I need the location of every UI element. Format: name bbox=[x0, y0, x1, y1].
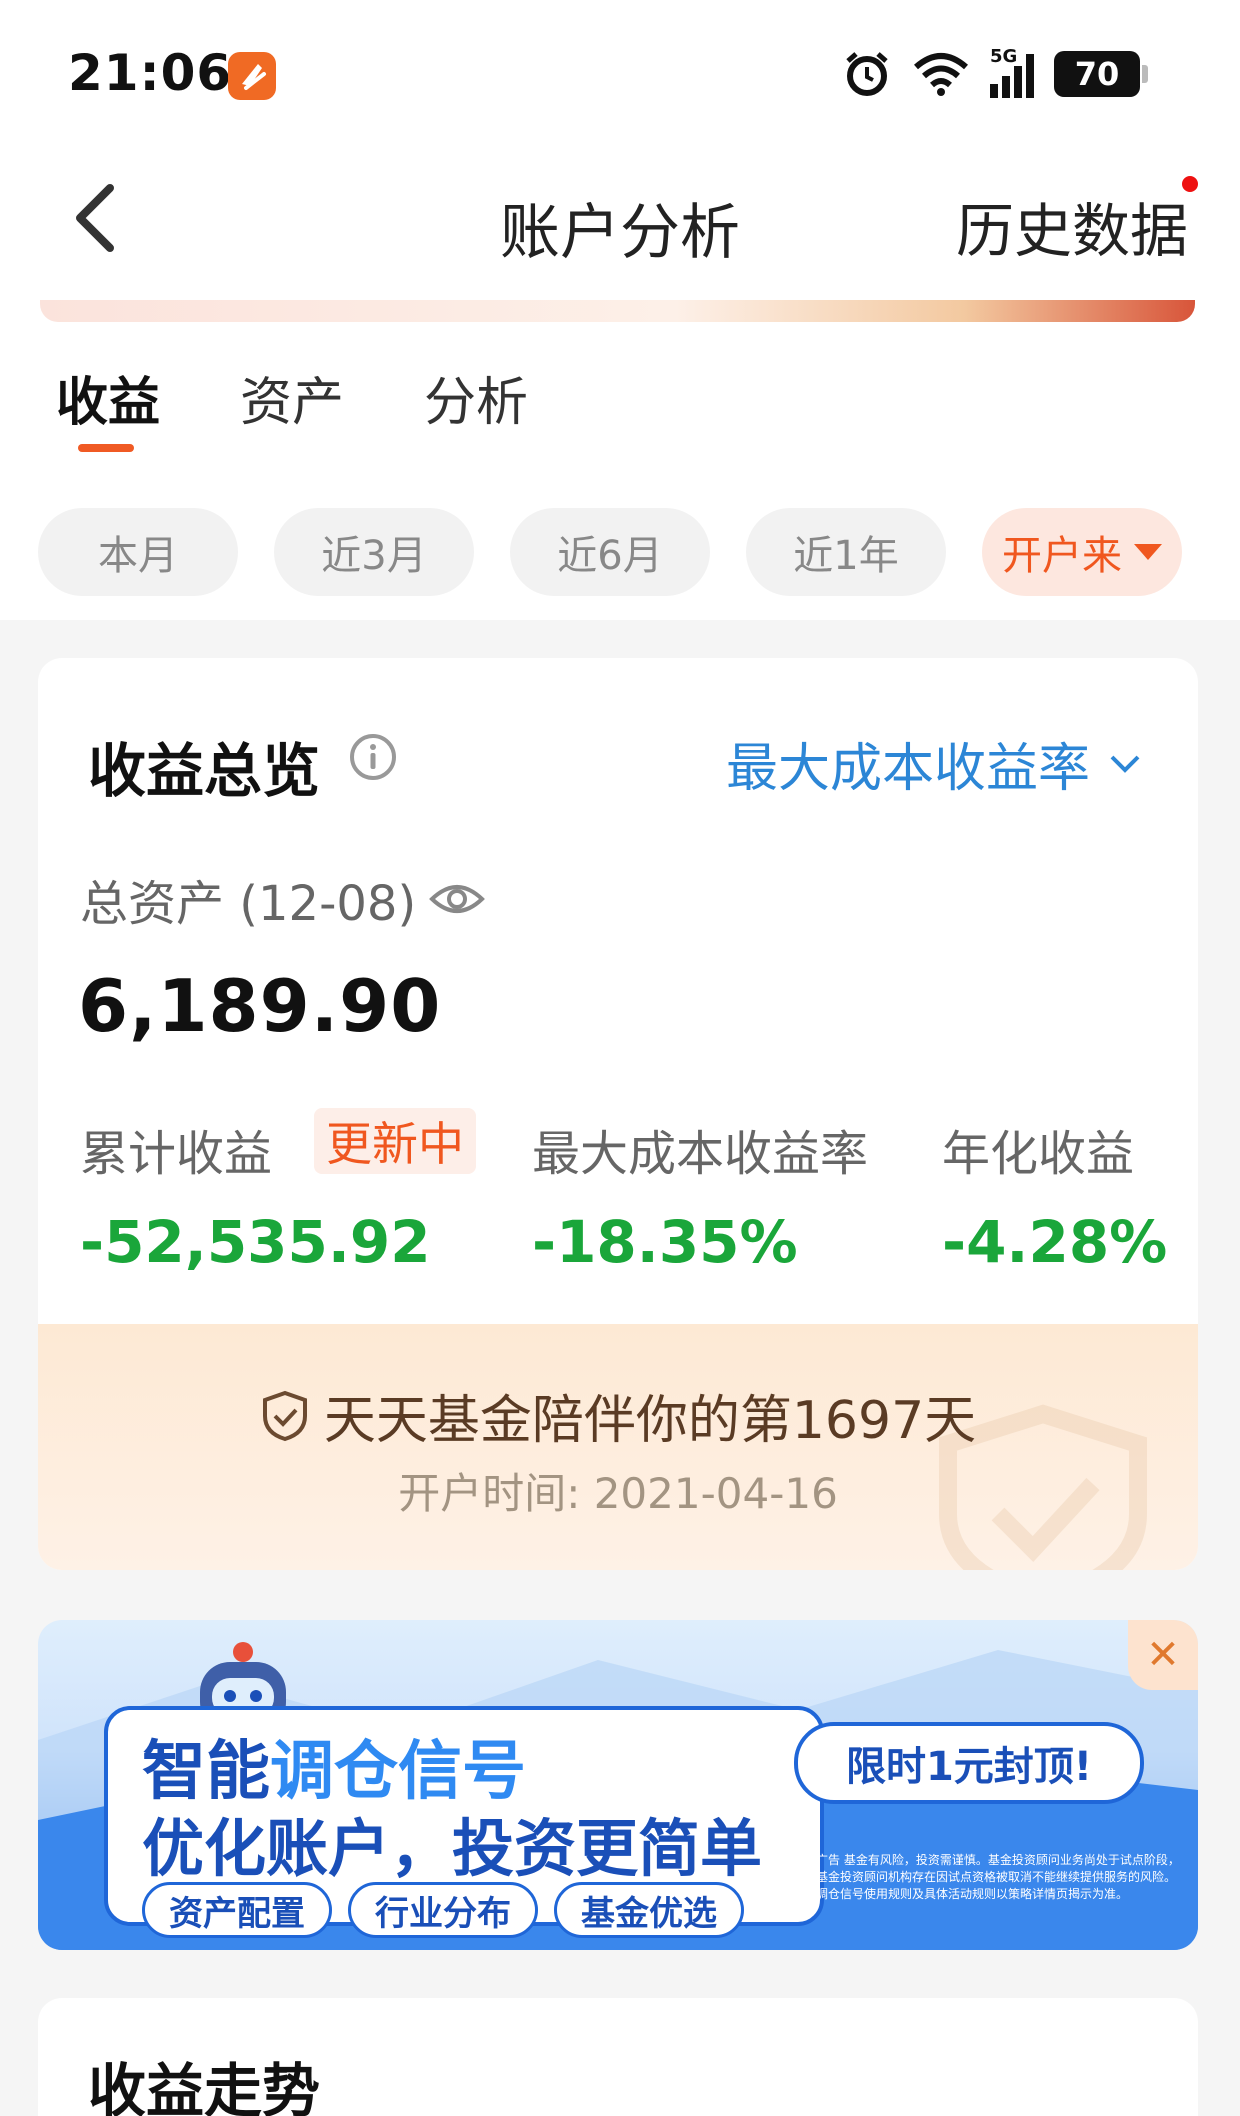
history-data-button[interactable]: 历史数据 bbox=[956, 184, 1188, 268]
info-icon[interactable] bbox=[348, 732, 398, 782]
annualized-return-value: -4.28% bbox=[942, 1208, 1168, 1276]
ad-banner[interactable]: 智能调仓信号 优化账户，投资更简单 资产配置 行业分布 基金优选 限时1元封顶!… bbox=[38, 1620, 1198, 1950]
cumulative-earnings-value: -52,535.92 bbox=[80, 1208, 431, 1276]
total-assets-label-row: 总资产 (12-08) bbox=[80, 864, 486, 934]
total-assets-label: 总资产 (12-08) bbox=[80, 876, 417, 932]
filter-since-opening[interactable]: 开户来 bbox=[982, 508, 1182, 596]
alarm-icon bbox=[846, 52, 888, 96]
companion-line: 天天基金陪伴你的第1697天 bbox=[38, 1378, 1198, 1453]
filter-this-month[interactable]: 本月 bbox=[38, 508, 238, 596]
network-type: 5G bbox=[990, 46, 1018, 67]
status-bar: 21:06 5G 70 bbox=[0, 0, 1240, 140]
companion-text: 天天基金陪伴你的第1697天 bbox=[323, 1391, 977, 1451]
companion-days-box: 天天基金陪伴你的第1697天 开户时间: 2021-04-16 bbox=[38, 1324, 1198, 1570]
max-cost-return-value: -18.35% bbox=[532, 1208, 798, 1276]
filter-1-year[interactable]: 近1年 bbox=[746, 508, 946, 596]
earnings-overview-card: 收益总览 最大成本收益率 总资产 (12-08) 6,189.90 累计收益 更… bbox=[38, 658, 1198, 1570]
period-filter: 本月 近3月 近6月 近1年 开户来 bbox=[38, 508, 1182, 596]
card-title: 收益总览 bbox=[88, 737, 321, 805]
caret-down-icon bbox=[1134, 544, 1162, 560]
battery-indicator: 70 bbox=[1054, 51, 1148, 97]
tab-earnings[interactable]: 收益 bbox=[56, 360, 160, 435]
ad-pill-asset-allocation: 资产配置 bbox=[142, 1882, 332, 1938]
filter-since-opening-label: 开户来 bbox=[1002, 533, 1122, 579]
rate-type-selector[interactable]: 最大成本收益率 bbox=[726, 726, 1142, 801]
wifi-icon bbox=[914, 53, 968, 96]
earnings-trend-card: 收益走势 bbox=[38, 1998, 1198, 2116]
ad-pill-fund-selection: 基金优选 bbox=[554, 1882, 744, 1938]
ad-promo-badge: 限时1元封顶! bbox=[794, 1722, 1144, 1804]
account-open-date: 开户时间: 2021-04-16 bbox=[398, 1469, 838, 1518]
shield-check-icon bbox=[262, 1390, 307, 1441]
nav-bar: 账户分析 历史数据 bbox=[0, 150, 1240, 280]
status-time: 21:06 bbox=[68, 44, 233, 102]
ad-subheadline: 优化账户，投资更简单 bbox=[142, 1812, 763, 1885]
notification-dot bbox=[1180, 174, 1200, 194]
status-icons: 5G 70 bbox=[842, 46, 1148, 102]
tab-assets[interactable]: 资产 bbox=[240, 360, 344, 435]
ad-disclaimer: 广告 基金有风险，投资需谨慎。基金投资顾问业务尚处于试点阶段，基金投资顾问机构存… bbox=[816, 1853, 1180, 1901]
tab-analysis[interactable]: 分析 bbox=[424, 360, 528, 435]
chevron-down-icon bbox=[1110, 755, 1140, 773]
active-tab-indicator bbox=[78, 444, 134, 452]
tab-bar: 收益 资产 分析 bbox=[56, 360, 528, 452]
earnings-trend-title: 收益走势 bbox=[88, 2057, 321, 2116]
filter-3-months[interactable]: 近3月 bbox=[274, 508, 474, 596]
annualized-return-label: 年化收益 bbox=[942, 1126, 1135, 1182]
updating-badge: 更新中 bbox=[314, 1108, 476, 1174]
rate-type-label: 最大成本收益率 bbox=[725, 739, 1090, 799]
close-icon[interactable]: ✕ bbox=[1128, 1620, 1198, 1690]
cumulative-earnings-label: 累计收益 bbox=[80, 1126, 273, 1182]
max-cost-return-label: 最大成本收益率 bbox=[532, 1126, 869, 1182]
app-notification-icon bbox=[228, 52, 276, 100]
ad-feature-pills: 资产配置 行业分布 基金优选 bbox=[142, 1882, 744, 1938]
eye-icon[interactable] bbox=[428, 879, 486, 919]
ad-pill-industry-distribution: 行业分布 bbox=[348, 1882, 538, 1938]
total-assets-value: 6,189.90 bbox=[78, 964, 442, 1048]
banner-strip[interactable] bbox=[40, 300, 1195, 322]
signal-icon: 5G bbox=[990, 46, 1034, 98]
filter-6-months[interactable]: 近6月 bbox=[510, 508, 710, 596]
